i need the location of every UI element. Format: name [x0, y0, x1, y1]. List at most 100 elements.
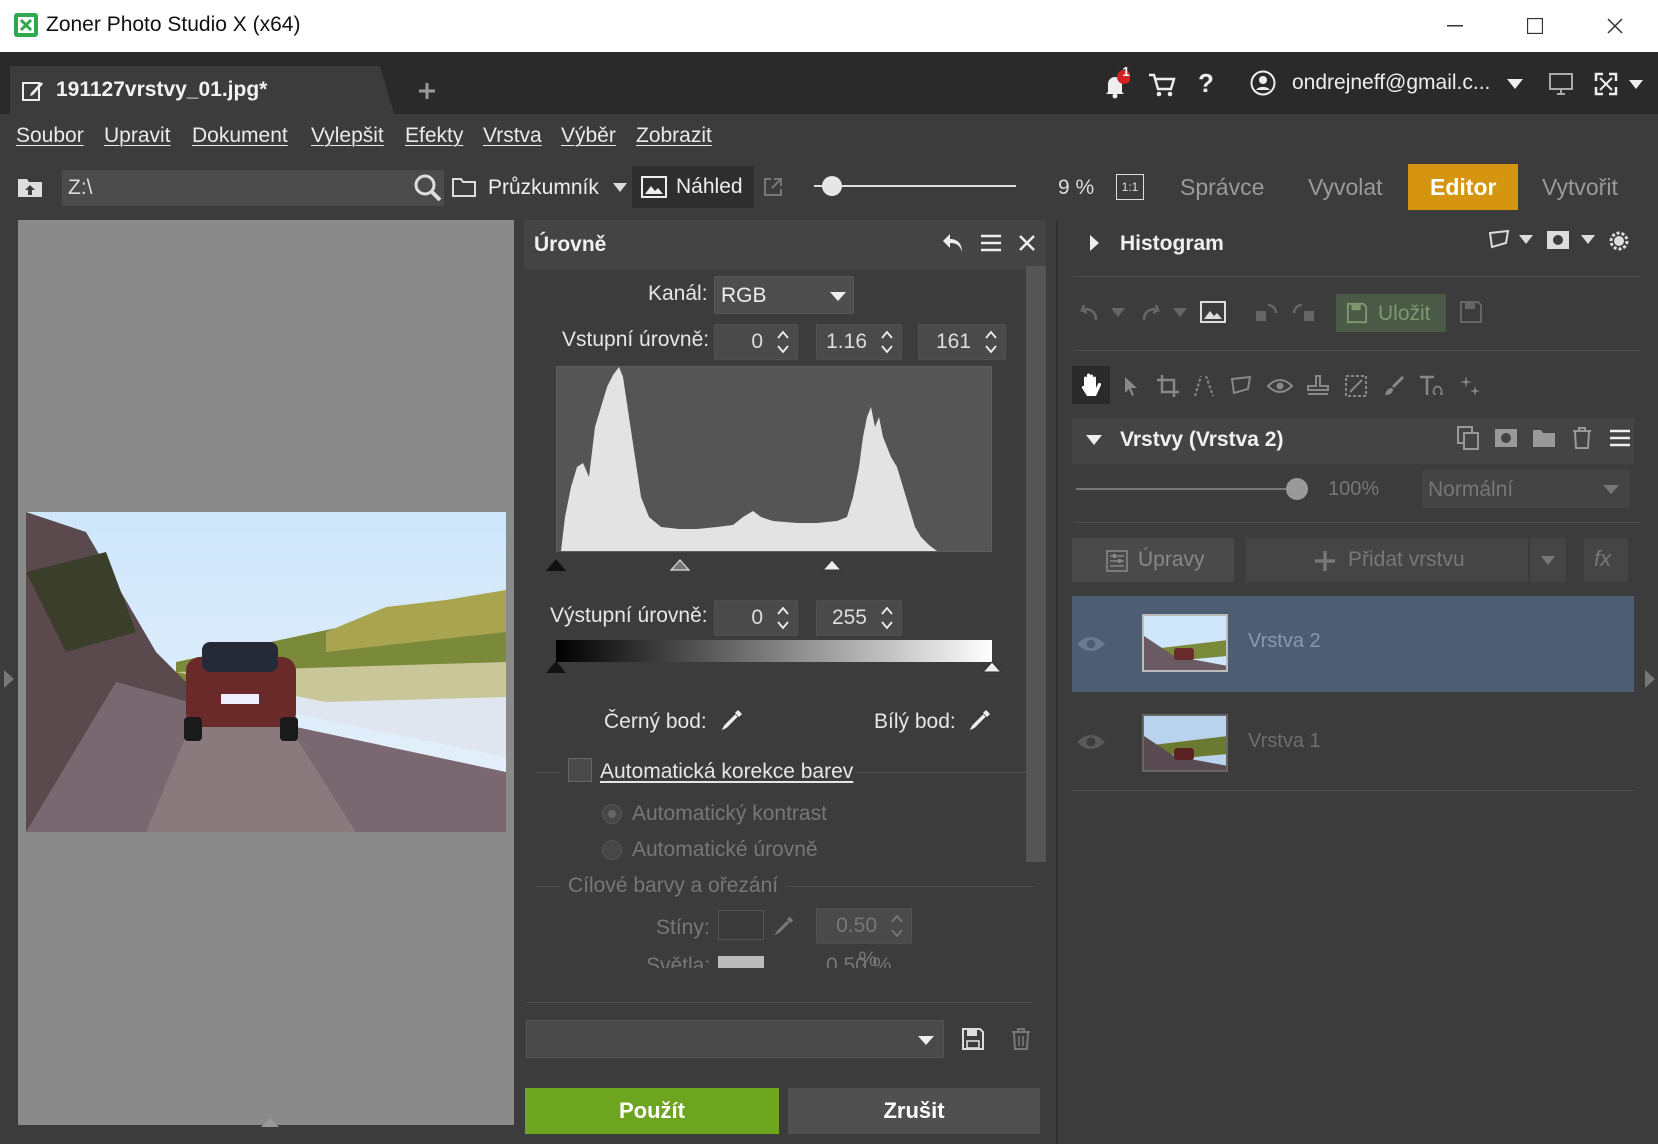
levels-scrollbar-thumb[interactable] — [1026, 266, 1046, 862]
folder-up-icon[interactable] — [14, 172, 46, 202]
black-point-eyedropper-icon[interactable] — [718, 704, 748, 734]
preset-select[interactable] — [526, 1020, 944, 1058]
panel-menu-icon[interactable] — [976, 228, 1006, 258]
white-point-eyedropper-icon[interactable] — [966, 704, 996, 734]
layer-row[interactable]: Vrstva 1 — [1072, 694, 1634, 790]
output-white-stepper[interactable] — [881, 605, 893, 631]
mask-icon[interactable] — [1544, 226, 1572, 254]
shadows-stepper[interactable] — [891, 913, 903, 939]
layer-name[interactable]: Vrstva 2 — [1248, 630, 1321, 653]
input-white-field[interactable]: 161 — [918, 324, 1006, 360]
selection-tool-icon[interactable] — [1486, 226, 1514, 254]
undo-icon[interactable] — [1074, 298, 1104, 326]
delete-preset-icon[interactable] — [1006, 1024, 1036, 1054]
menu-upravit[interactable]: Upravit — [104, 124, 171, 148]
effects-tool-icon[interactable] — [1456, 372, 1484, 400]
auto-color-label[interactable]: Automatická korekce barev — [600, 760, 853, 784]
save-as-icon[interactable] — [1456, 298, 1486, 326]
selection-mask-tool-icon[interactable] — [1342, 372, 1370, 400]
add-layer-dropdown[interactable] — [1530, 538, 1566, 582]
close-window-icon[interactable] — [1600, 14, 1630, 38]
highlights-color-swatch[interactable] — [718, 956, 764, 968]
text-tool-icon[interactable] — [1418, 372, 1446, 400]
document-tab[interactable]: 191127vrstvy_01.jpg* — [10, 66, 394, 114]
account-dropdown-icon[interactable] — [1504, 76, 1526, 92]
stamp-tool-icon[interactable] — [1304, 372, 1332, 400]
flip-left-icon[interactable] — [1252, 298, 1282, 326]
histogram-expand-icon[interactable] — [1086, 232, 1102, 254]
fullscreen-icon[interactable] — [1592, 70, 1620, 98]
user-avatar-icon[interactable] — [1248, 68, 1278, 98]
canvas-area[interactable] — [18, 220, 514, 1128]
opacity-slider-track[interactable] — [1076, 488, 1308, 490]
layer-group-folder-icon[interactable] — [1530, 424, 1558, 452]
search-icon[interactable] — [410, 170, 446, 206]
menu-efekty[interactable]: Efekty — [405, 124, 463, 148]
input-white-slider-marker[interactable] — [822, 559, 842, 571]
panel-close-icon[interactable] — [1012, 228, 1042, 258]
layers-collapse-icon[interactable] — [1084, 432, 1104, 448]
new-tab-plus-icon[interactable] — [414, 78, 440, 104]
apply-button[interactable]: Použít — [525, 1088, 779, 1134]
layer-mask-icon[interactable] — [1492, 424, 1520, 452]
undo-dropdown-icon[interactable] — [1110, 306, 1126, 318]
straighten-tool-icon[interactable] — [1190, 372, 1218, 400]
cancel-button[interactable]: Zrušit — [788, 1088, 1040, 1134]
visibility-eye-icon[interactable] — [1074, 728, 1108, 756]
visibility-eye-icon[interactable] — [1074, 630, 1108, 658]
delete-layer-icon[interactable] — [1568, 424, 1596, 452]
selection-dropdown-icon[interactable] — [1518, 232, 1534, 246]
fx-button[interactable]: fx — [1584, 538, 1628, 582]
cart-icon[interactable] — [1146, 70, 1178, 100]
shadows-eyedropper-icon[interactable] — [770, 910, 800, 940]
crop-tool-icon[interactable] — [1154, 372, 1182, 400]
bottom-panel-toggle-icon[interactable] — [258, 1116, 282, 1128]
output-black-field[interactable]: 0 — [714, 600, 798, 636]
panel-splitter[interactable] — [1056, 220, 1058, 1144]
help-icon[interactable]: ? — [1198, 68, 1214, 99]
input-gamma-stepper[interactable] — [881, 329, 893, 355]
pointer-tool-icon[interactable] — [1118, 372, 1144, 400]
auto-levels-radio[interactable] — [602, 840, 622, 860]
auto-color-checkbox[interactable] — [568, 758, 592, 782]
menu-vylepsit[interactable]: Vylepšit — [311, 124, 384, 148]
shadows-field[interactable]: 0.50 % — [816, 908, 912, 971]
input-gamma-field[interactable]: 1.16 — [816, 324, 902, 360]
monitor-icon[interactable] — [1546, 70, 1576, 98]
output-black-slider-marker[interactable] — [546, 661, 566, 673]
perspective-tool-icon[interactable] — [1228, 372, 1256, 400]
output-white-slider-marker[interactable] — [982, 661, 1002, 673]
menu-dokument[interactable]: Dokument — [192, 124, 288, 148]
input-black-slider-marker[interactable] — [546, 559, 566, 571]
right-panel-toggle-icon[interactable] — [1642, 664, 1658, 694]
zoom-slider-knob[interactable] — [821, 176, 842, 196]
undo-arrow-icon[interactable] — [938, 228, 968, 258]
mode-tab-vyvolat[interactable]: Vyvolat — [1286, 164, 1405, 210]
account-email[interactable]: ondrejneff@gmail.c... — [1292, 71, 1490, 95]
save-button[interactable]: Uložit — [1336, 294, 1446, 332]
menu-vrstva[interactable]: Vrstva — [483, 124, 542, 148]
adjustments-button[interactable]: Úpravy — [1072, 538, 1234, 582]
auto-contrast-radio[interactable] — [602, 804, 622, 824]
menu-vyber[interactable]: Výběr — [561, 124, 616, 148]
menu-soubor[interactable]: Soubor — [16, 124, 84, 148]
compare-image-icon[interactable] — [1198, 298, 1228, 326]
left-panel-toggle-icon[interactable] — [0, 664, 18, 694]
one-to-one-icon[interactable]: 1:1 — [1116, 174, 1144, 200]
hand-tool[interactable] — [1072, 366, 1110, 404]
histogram-title[interactable]: Histogram — [1120, 232, 1224, 256]
layer-name[interactable]: Vrstva 1 — [1248, 730, 1321, 753]
mode-tab-editor[interactable]: Editor — [1408, 164, 1519, 210]
explorer-label[interactable]: Průzkumník — [488, 176, 599, 200]
add-layer-button[interactable]: Přidat vrstvu — [1246, 538, 1528, 582]
save-preset-icon[interactable] — [958, 1024, 988, 1054]
opacity-slider-knob[interactable] — [1286, 478, 1308, 500]
input-black-field[interactable]: 0 — [714, 324, 798, 360]
input-black-stepper[interactable] — [777, 329, 789, 355]
mask-dropdown-icon[interactable] — [1580, 232, 1596, 246]
output-black-stepper[interactable] — [777, 605, 789, 631]
redo-icon[interactable] — [1136, 298, 1166, 326]
output-white-field[interactable]: 255 — [816, 600, 902, 636]
channel-select[interactable]: RGB — [714, 276, 854, 314]
mode-tab-vytvorit[interactable]: Vytvořit — [1520, 164, 1640, 210]
